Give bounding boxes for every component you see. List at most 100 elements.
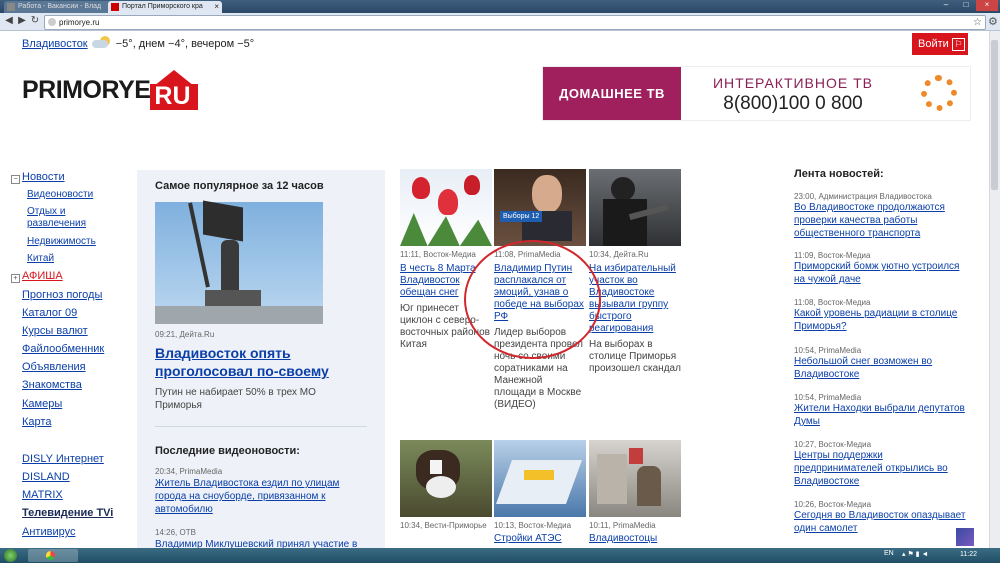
browser-tab-1[interactable]: Работа - Вакансии - Влад bbox=[4, 1, 118, 13]
voting-photo[interactable] bbox=[589, 440, 681, 517]
popular-meta: 09:21, Дейта.Ru bbox=[155, 330, 215, 339]
feed-meta: 10:54, PrimaMedia bbox=[794, 346, 862, 355]
video-meta: 20:34, PrimaMedia bbox=[155, 467, 223, 476]
nav-dating[interactable]: Знакомства bbox=[22, 379, 82, 391]
news-meta: 11:11, Восток-Медиа bbox=[400, 250, 476, 259]
putin-photo[interactable]: Выборы 12 bbox=[494, 169, 586, 246]
clock: 11:22 bbox=[960, 551, 977, 558]
nav-catalog[interactable]: Каталог 09 bbox=[22, 307, 77, 319]
chrome-icon bbox=[46, 551, 55, 560]
login-button[interactable]: Войти ⚐ bbox=[912, 33, 968, 55]
news-item: 10:11, PrimaMedia Владивостоцы bbox=[589, 521, 681, 545]
construction-photo[interactable] bbox=[494, 440, 586, 517]
cloudy-weather-icon bbox=[91, 36, 113, 49]
nav-antivirus[interactable]: Антивирус bbox=[22, 526, 75, 538]
video-section-title: Последние видеоновости: bbox=[155, 445, 300, 457]
tab-favicon-icon bbox=[7, 3, 15, 11]
nav-sub-china[interactable]: Китай bbox=[27, 253, 54, 264]
ad-banner[interactable]: ДОМАШНЕЕ ТВ ИНТЕРАКТИВНОЕ ТВ 8(800)100 0… bbox=[542, 66, 971, 121]
city-link[interactable]: Владивосток bbox=[22, 38, 88, 50]
news-meta: 10:11, PrimaMedia bbox=[589, 521, 656, 530]
banner-left-label: ДОМАШНЕЕ ТВ bbox=[543, 67, 681, 120]
popular-panel: Самое популярное за 12 часов 09:21, Дейт… bbox=[137, 170, 385, 563]
tab-label: Портал Приморского кра bbox=[122, 3, 203, 10]
news-item: 10:34, Вести-Приморье bbox=[400, 521, 492, 530]
weather-text: −5°, днем −4°, вечером −5° bbox=[115, 38, 255, 50]
news-item: 10:13, Восток-Медиа Стройки АТЭС bbox=[494, 521, 586, 545]
feed-item: 11:08, Восток-Медиа Какой уровень радиац… bbox=[794, 298, 969, 333]
feed-link[interactable]: Какой уровень радиации в столице Приморь… bbox=[794, 307, 969, 333]
cow-photo[interactable] bbox=[400, 440, 492, 517]
news-link[interactable]: Владивостоцы bbox=[589, 533, 681, 545]
nav-weather[interactable]: Прогноз погоды bbox=[22, 289, 102, 301]
language-indicator[interactable]: EN bbox=[884, 550, 894, 557]
maximize-icon[interactable]: □ bbox=[960, 0, 972, 10]
tulips-photo[interactable] bbox=[400, 169, 492, 246]
login-label: Войти bbox=[918, 38, 949, 50]
feed-link[interactable]: Жители Находки выбрали депутатов Думы bbox=[794, 402, 969, 428]
minimize-icon[interactable]: – bbox=[940, 0, 952, 10]
feed-item: 23:00, Администрация Владивостока Во Вла… bbox=[794, 192, 969, 240]
nav-sub-leisure[interactable]: Отдых и развлечения bbox=[27, 206, 107, 230]
news-link[interactable]: Стройки АТЭС bbox=[494, 533, 586, 545]
url-text: primorye.ru bbox=[59, 18, 100, 27]
feed-link[interactable]: Во Владивостоке продолжаются проверки ка… bbox=[794, 201, 969, 240]
nav-fileshare[interactable]: Файлообменник bbox=[22, 343, 104, 355]
bookmark-star-icon[interactable]: ☆ bbox=[973, 16, 982, 29]
nav-disland[interactable]: DISLAND bbox=[22, 471, 70, 483]
feed-item: 10:26, Восток-Медиа Сегодня во Владивост… bbox=[794, 500, 969, 535]
popular-lead: Путин не набирает 50% в трех МО Приморья bbox=[155, 387, 316, 411]
feed-meta: 10:27, Восток-Медиа bbox=[794, 440, 872, 449]
monument-photo[interactable] bbox=[155, 200, 323, 324]
feed-item: 10:27, Восток-Медиа Центры поддержки пре… bbox=[794, 440, 969, 488]
video-meta: 14:26, ОТВ bbox=[155, 528, 196, 537]
nav-sub-realty[interactable]: Недвижимость bbox=[27, 236, 96, 247]
feed-meta: 11:08, Восток-Медиа bbox=[794, 298, 871, 307]
close-window-icon[interactable]: × bbox=[976, 0, 998, 11]
police-photo[interactable] bbox=[589, 169, 681, 246]
os-taskbar: EN ▴ ⚑ ▮ ◄ 11:22 bbox=[0, 548, 1000, 563]
address-bar[interactable]: primorye.ru ☆ bbox=[44, 15, 986, 30]
widget-corner-icon[interactable] bbox=[956, 528, 974, 546]
nav-disly[interactable]: DISLY Интернет bbox=[22, 453, 104, 465]
page-icon bbox=[48, 18, 56, 26]
logo-accent: RU bbox=[154, 82, 191, 110]
news-link[interactable]: На избирательный участок во Владивостоке… bbox=[589, 263, 681, 335]
nav-map[interactable]: Карта bbox=[22, 416, 51, 428]
wrench-icon[interactable]: ⚙ bbox=[988, 15, 998, 28]
banner-flower-logo-icon bbox=[921, 75, 957, 111]
nav-matrix[interactable]: MATRIX bbox=[22, 489, 63, 501]
feed-link[interactable]: Центры поддержки предпринимателей открыл… bbox=[794, 449, 969, 488]
feed-link[interactable]: Небольшой снег возможен во Владивостоке bbox=[794, 355, 969, 381]
back-icon[interactable]: ◀ bbox=[3, 15, 15, 27]
nav-news[interactable]: Новости bbox=[22, 171, 65, 183]
popular-headline[interactable]: Владивосток опять проголосовал по-своему bbox=[155, 344, 355, 380]
banner-title: ИНТЕРАКТИВНОЕ ТВ bbox=[712, 75, 874, 91]
nav-cameras[interactable]: Камеры bbox=[22, 398, 62, 410]
nav-afisha[interactable]: АФИША bbox=[22, 270, 63, 282]
tab-close-icon[interactable]: × bbox=[214, 1, 219, 13]
scrollbar-thumb[interactable] bbox=[991, 40, 998, 190]
browser-tab-2[interactable]: Портал Приморского кра × bbox=[108, 1, 222, 13]
reload-icon[interactable]: ↻ bbox=[29, 15, 41, 27]
expand-afisha-icon[interactable]: + bbox=[11, 274, 20, 283]
taskbar-chrome-button[interactable] bbox=[28, 549, 78, 562]
feed-link[interactable]: Сегодня во Владивосток опаздывает один с… bbox=[794, 509, 969, 535]
news-meta: 10:34, Дейта.Ru bbox=[589, 250, 649, 259]
tray-icons[interactable]: ▴ ⚑ ▮ ◄ bbox=[902, 550, 928, 558]
site-logo[interactable]: PRIMORYE RU bbox=[22, 70, 199, 110]
nav-rates[interactable]: Курсы валют bbox=[22, 325, 88, 337]
logo-text: PRIMORYE bbox=[22, 76, 151, 104]
forward-icon[interactable]: ▶ bbox=[16, 15, 28, 27]
start-button-icon[interactable] bbox=[4, 549, 17, 562]
divider bbox=[155, 426, 367, 427]
nav-ads[interactable]: Объявления bbox=[22, 361, 86, 373]
tab-label: Работа - Вакансии - Влад bbox=[18, 3, 102, 10]
feed-link[interactable]: Приморский бомж уютно устроился на чужой… bbox=[794, 260, 969, 286]
video-link[interactable]: Житель Владивостока ездил по улицам горо… bbox=[155, 477, 365, 516]
browser-tab-bar: Работа - Вакансии - Влад Портал Приморск… bbox=[0, 0, 1000, 13]
feed-item: 11:09, Восток-Медиа Приморский бомж уютн… bbox=[794, 251, 969, 286]
collapse-news-icon[interactable]: − bbox=[11, 175, 20, 184]
nav-sub-videonews[interactable]: Видеоновости bbox=[27, 189, 93, 200]
nav-tvi[interactable]: Телевидение TVi bbox=[22, 507, 113, 519]
